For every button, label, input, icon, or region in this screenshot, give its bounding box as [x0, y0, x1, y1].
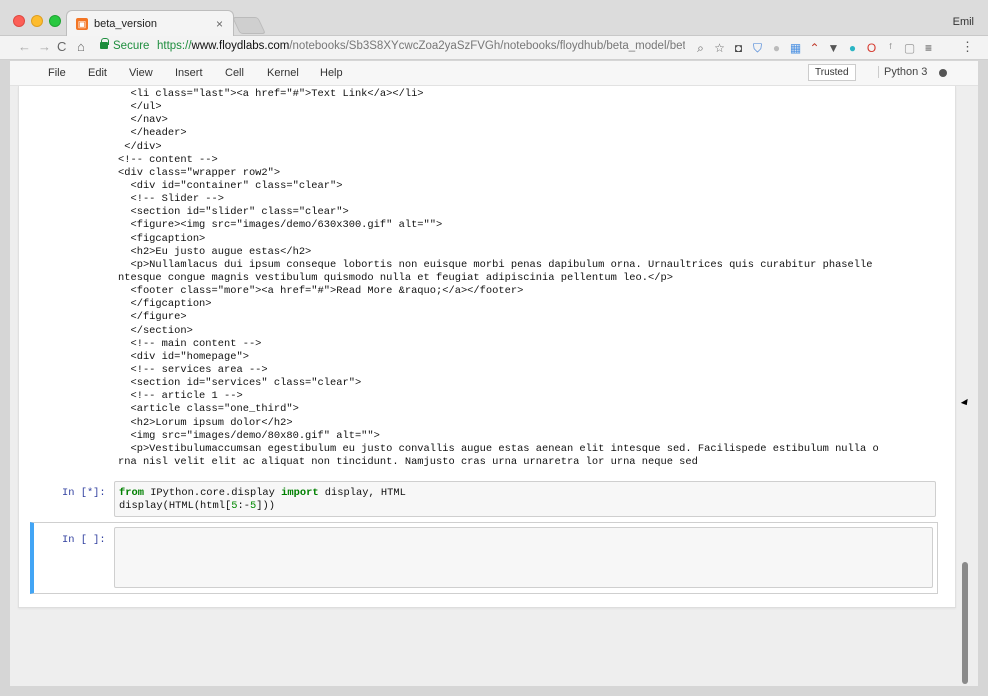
output-line: <div id="container" class="clear"> [118, 179, 343, 192]
output-line: </section> [118, 324, 193, 337]
filter-icon[interactable]: ▼ [827, 40, 840, 56]
output-line: </ul> [118, 101, 162, 114]
output-line: <section id="slider" class="clear"> [118, 206, 349, 219]
pocket-icon[interactable]: ◘ [732, 40, 745, 56]
code-input[interactable]: from IPython.core.display import display… [114, 481, 936, 517]
output-line: <div id="homepage"> [118, 350, 249, 363]
output-line: <figcaption> [118, 232, 206, 245]
code-input-empty[interactable] [114, 527, 933, 588]
browser-menu-icon[interactable]: ⋮ [961, 39, 974, 55]
import-names: display, HTML [318, 487, 406, 499]
output-line: <!-- content --> [118, 153, 218, 166]
profile-name[interactable]: Emil [953, 16, 974, 28]
scrollbar-thumb[interactable] [962, 562, 968, 684]
url-path: /notebooks/Sb3S8XYcwcZoa2yaSzFVGh/notebo… [289, 40, 685, 52]
forward-icon[interactable]: → [38, 39, 51, 55]
browser-tab[interactable]: ▣ beta_version × [66, 10, 234, 37]
output-line: <!-- services area --> [118, 363, 268, 376]
url-host: www.floydlabs.com [191, 40, 290, 52]
opera-icon[interactable]: O [865, 40, 878, 56]
circle-icon[interactable]: ● [846, 40, 859, 56]
bookmark-star-icon[interactable]: ☆ [713, 40, 726, 56]
cell-prompt: In [ ]: [62, 534, 106, 546]
output-line: <p>Nullamlacus dui ipsum conseque lobort… [118, 258, 873, 271]
chart-icon[interactable]: ⌃ [808, 40, 821, 56]
secure-label[interactable]: Secure [113, 40, 149, 52]
window-titlebar: ▣ beta_version × Emil [0, 0, 988, 37]
output-line: rna nisl velit elit ac aliquat non tinci… [118, 455, 698, 468]
code-close: ])) [256, 499, 275, 512]
code-cell-running[interactable]: In [*]: from IPython.core.display import… [30, 480, 938, 518]
feedly-icon[interactable]: ᶠ [884, 40, 897, 56]
output-line: <div class="wrapper row2"> [118, 166, 281, 179]
output-line: <p>Vestibulumaccumsan egestibulum eu jus… [118, 442, 879, 455]
maximize-window-button[interactable] [49, 15, 61, 27]
menu-cell[interactable]: Cell [225, 67, 244, 79]
output-line: <!-- article 1 --> [118, 390, 243, 403]
reload-icon[interactable]: C [57, 39, 66, 55]
menu-insert[interactable]: Insert [175, 67, 203, 79]
database-icon[interactable]: ≡ [922, 40, 935, 56]
jupyter-menubar: File Edit View Insert Cell Kernel Help T… [10, 61, 978, 86]
tab-close-icon[interactable]: × [216, 17, 223, 31]
menu-help[interactable]: Help [320, 67, 343, 79]
translate-icon[interactable]: ▦ [789, 40, 802, 56]
output-line: <article class="one_third"> [118, 403, 299, 416]
output-line: </figure> [118, 311, 187, 324]
output-line: </header> [118, 127, 187, 140]
output-line: <footer class="more"><a href="#">Read Mo… [118, 285, 524, 298]
url-scheme: https:// [157, 40, 192, 52]
kernel-name[interactable]: Python 3 [878, 66, 927, 78]
lock-icon[interactable] [100, 38, 109, 49]
code-cell-selected[interactable]: In [ ]: [30, 522, 938, 594]
extension-icon[interactable]: ● [770, 40, 783, 56]
jupyter-favicon-icon: ▣ [76, 18, 88, 30]
code-call: display(HTML(html[ [119, 499, 232, 512]
code-line-1: from IPython.core.display import display… [119, 487, 931, 500]
keyword-from: from [119, 487, 144, 499]
output-line: <img src="images/demo/80x80.gif" alt=""> [118, 429, 380, 442]
browser-toolbar: ← → C ⌂ Secure https://www.floydlabs.com… [0, 36, 988, 60]
tab-icon[interactable]: ▢ [903, 40, 916, 56]
extension-icons: ⌕ ☆ ◘ ⛉ ● ▦ ⌃ ▼ ● O ᶠ ▢ ≡ [694, 39, 935, 57]
menu-edit[interactable]: Edit [88, 67, 107, 79]
zoom-icon[interactable]: ⌕ [694, 40, 707, 56]
kernel-busy-indicator-icon [939, 69, 947, 77]
output-line: <li class="last"><a href="#">Text Link</… [118, 88, 424, 100]
output-line: <h2>Eu justo augue estas</h2> [118, 245, 312, 258]
minimize-window-button[interactable] [31, 15, 43, 27]
tab-title: beta_version [94, 18, 157, 30]
close-window-button[interactable] [13, 15, 25, 27]
output-line: ntesque congue magnis vestibulum quismod… [118, 271, 673, 284]
menu-kernel[interactable]: Kernel [267, 67, 299, 79]
cell-prompt: In [*]: [62, 487, 106, 499]
shield-icon[interactable]: ⛉ [751, 40, 764, 56]
module-name: IPython.core.display [143, 487, 282, 499]
output-line: </nav> [118, 114, 168, 127]
menu-view[interactable]: View [129, 67, 153, 79]
slice-operator: :- [237, 499, 250, 512]
new-tab-button[interactable] [232, 17, 266, 34]
output-line: <h2>Lorum ipsum dolor</h2> [118, 416, 293, 429]
output-line: <!-- main content --> [118, 337, 262, 350]
output-line: <section id="services" class="clear"> [118, 377, 362, 390]
address-bar[interactable]: https://www.floydlabs.com/notebooks/Sb3S… [157, 40, 685, 52]
cell-output: <li class="last"><a href="#">Text Link</… [118, 88, 938, 469]
output-line: </div> [118, 140, 162, 153]
code-line-2: display(HTML(html[5:-5])) [119, 500, 931, 513]
keyword-import: import [281, 487, 319, 499]
trusted-badge[interactable]: Trusted [808, 64, 856, 81]
back-icon[interactable]: ← [18, 39, 31, 55]
output-line: <figure><img src="images/demo/630x300.gi… [118, 219, 443, 232]
output-line: </figcaption> [118, 298, 212, 311]
menu-file[interactable]: File [48, 67, 66, 79]
output-line: <!-- Slider --> [118, 193, 225, 206]
home-icon[interactable]: ⌂ [77, 39, 85, 55]
